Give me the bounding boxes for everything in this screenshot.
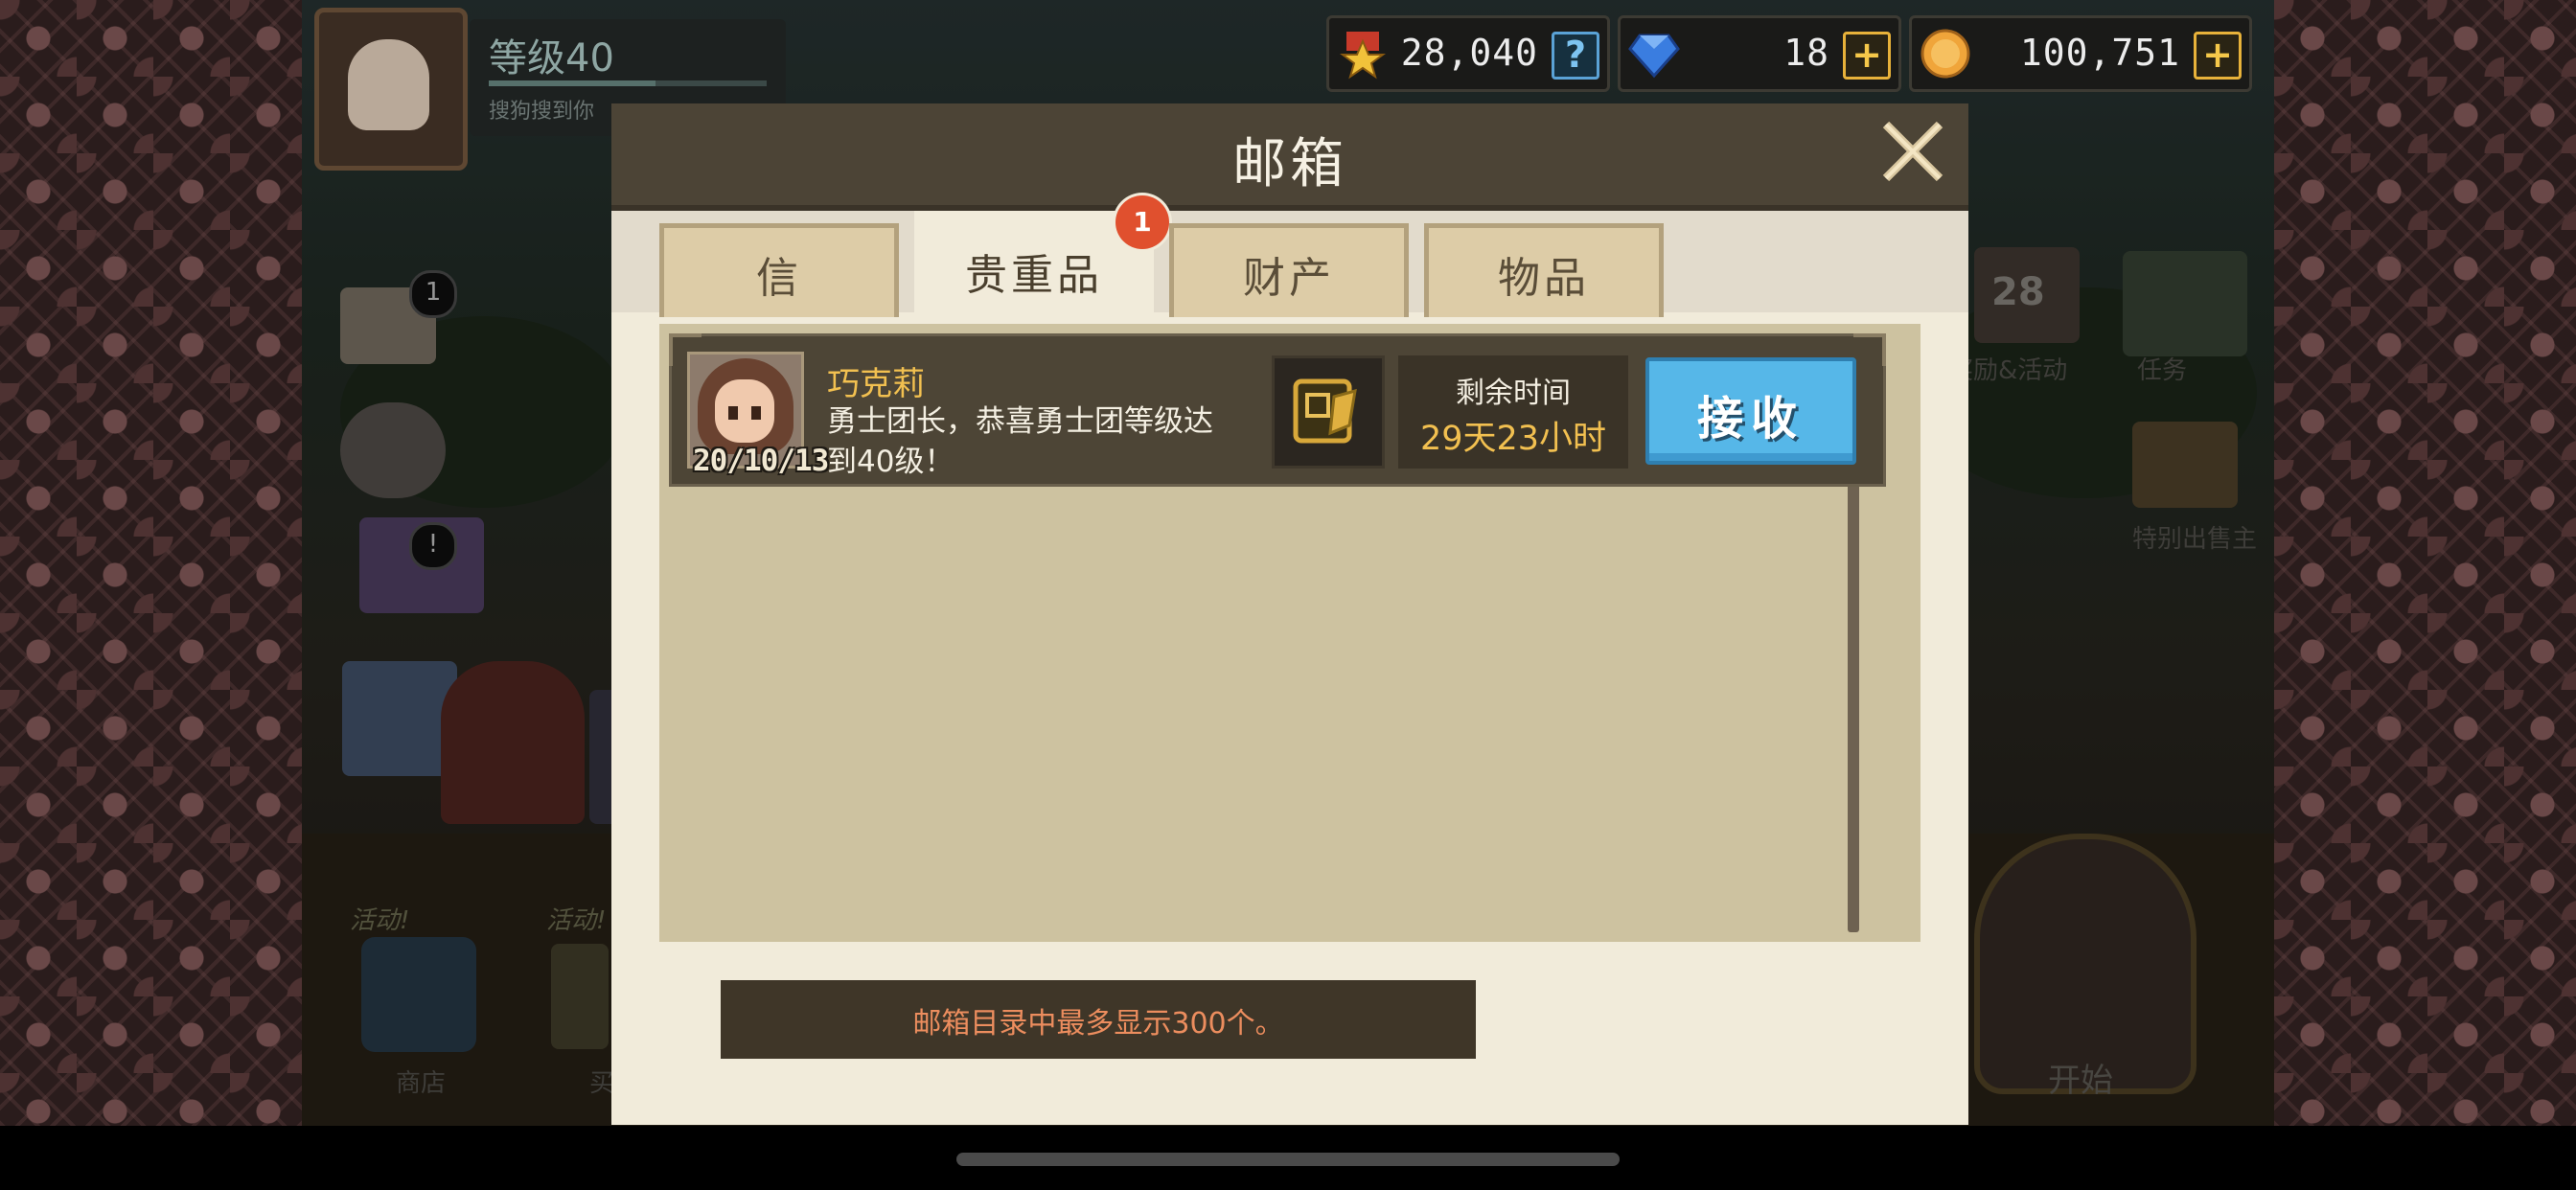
level-subtitle: 搜狗搜到你 [489, 100, 595, 124]
gem-counter: 18 + [1618, 15, 1901, 92]
medal-counter: 28,040 ? [1326, 15, 1610, 92]
receive-button-label: 接收 [1696, 392, 1805, 446]
mailbox-dialog: 邮箱 信 贵重品 1 财产 物品 20/10/13 巧克莉 勇士团长，恭喜勇士团… [611, 103, 1968, 1125]
level-progress-bar [489, 80, 767, 86]
mail-sender: 巧克莉 [827, 365, 925, 403]
remaining-time-value: 29天23小时 [1419, 420, 1607, 458]
medal-help-button[interactable]: ? [1552, 32, 1599, 80]
receive-button[interactable]: 接收 [1645, 357, 1856, 465]
medal-icon [1340, 32, 1386, 80]
avatar-eye [728, 406, 738, 420]
avatar-eye [751, 406, 761, 420]
remaining-time-label: 剩余时间 [1456, 377, 1571, 410]
tab-label: 物品 [1498, 254, 1590, 303]
coin-icon [1920, 29, 1970, 79]
home-indicator[interactable] [956, 1153, 1620, 1166]
left-lace-border [0, 0, 302, 1126]
player-avatar-frame[interactable] [314, 8, 468, 171]
tab-valuables-badge: 1 [1116, 195, 1169, 249]
dialog-title: 邮箱 [1232, 133, 1347, 195]
player-avatar [348, 39, 429, 130]
right-lace-border [2274, 0, 2576, 1126]
remaining-time-box: 剩余时间 29天23小时 [1398, 355, 1628, 469]
tab-items[interactable]: 物品 [1424, 223, 1664, 317]
gem-icon [1628, 34, 1680, 79]
close-icon[interactable] [1876, 115, 1949, 188]
tab-label: 财产 [1243, 254, 1335, 303]
tab-label: 信 [756, 254, 802, 303]
mail-date: 20/10/13 [693, 444, 829, 478]
mail-message: 勇士团长，恭喜勇士团等级达到40级！ [827, 404, 1213, 479]
dialog-header: 邮箱 [611, 103, 1968, 211]
mail-item[interactable]: 20/10/13 巧克莉 勇士团长，恭喜勇士团等级达到40级！ 剩余时间 29天… [669, 333, 1886, 487]
attachment-slot[interactable] [1272, 355, 1385, 469]
avatar-face [715, 379, 774, 443]
gold-ticket-icon [1293, 378, 1357, 444]
mailbox-limit-text: 邮箱目录中最多显示300个。 [912, 1007, 1284, 1041]
coin-value: 100,751 [2019, 32, 2180, 74]
tab-letters[interactable]: 信 [659, 223, 899, 317]
gem-value: 18 [1783, 32, 1829, 74]
tab-assets[interactable]: 财产 [1169, 223, 1409, 317]
coin-counter: 100,751 + [1909, 15, 2252, 92]
player-level: 等级40 [489, 36, 614, 80]
tab-label: 贵重品 [965, 251, 1103, 300]
medal-value: 28,040 [1400, 32, 1538, 74]
mailbox-limit-note: 邮箱目录中最多显示300个。 [721, 980, 1476, 1059]
add-gems-button[interactable]: + [1843, 32, 1891, 80]
add-coins-button[interactable]: + [2194, 32, 2242, 80]
corner-ornament [1853, 333, 1886, 366]
